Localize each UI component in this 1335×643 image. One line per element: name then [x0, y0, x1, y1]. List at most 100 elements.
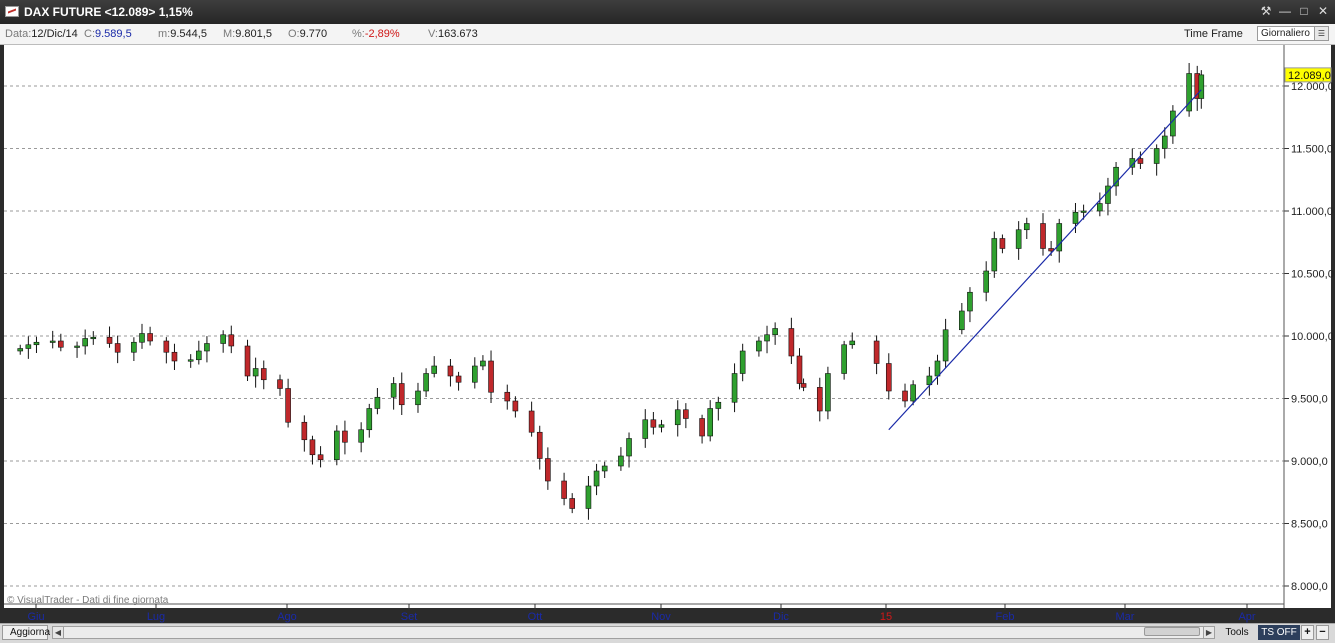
candle-body — [934, 360, 941, 377]
maximize-icon[interactable]: □ — [1296, 3, 1312, 19]
scrollbar-thumb[interactable] — [1144, 627, 1200, 636]
candle-body — [1040, 223, 1046, 249]
horizontal-scrollbar[interactable] — [64, 626, 1204, 639]
candle-body — [252, 368, 259, 377]
candle-body — [825, 373, 831, 412]
candle-body — [171, 351, 178, 362]
x-tick-label: Dic — [773, 611, 789, 623]
candle-body — [204, 343, 210, 352]
candle-body — [841, 344, 847, 374]
y-tick-label: 10.500,0 — [1291, 269, 1334, 281]
y-tick-label: 12.000,0 — [1291, 81, 1334, 93]
chart-app-icon — [5, 6, 19, 17]
timeframe-value: Giornaliero — [1261, 28, 1310, 39]
candle-body — [90, 336, 97, 340]
zoom-in-button[interactable]: + — [1301, 625, 1314, 640]
date-field: Data:12/Dic/14 — [5, 28, 78, 40]
timeframe-select[interactable]: Giornaliero ☰ — [1257, 26, 1329, 41]
candle-body — [942, 329, 949, 362]
refresh-button[interactable]: Aggiorna — [2, 625, 50, 640]
timeframe-label: Time Frame — [1184, 28, 1243, 40]
zoom-out-button[interactable]: − — [1316, 625, 1329, 640]
candle-body — [58, 340, 64, 348]
candle-body — [1137, 158, 1144, 164]
high-label: M: — [223, 28, 236, 40]
candle-body — [74, 345, 80, 348]
scroll-right-button[interactable]: ▶ — [1203, 626, 1215, 639]
candle-body — [131, 341, 137, 353]
candle-body — [1023, 223, 1030, 231]
y-tick-label: 8.500,0 — [1291, 519, 1328, 531]
y-tick-label: 9.000,0 — [1291, 456, 1328, 468]
volume-label: V: — [428, 28, 438, 40]
candle-body — [285, 388, 291, 423]
candle-body — [317, 454, 324, 461]
candle-body — [658, 424, 665, 428]
candle-body — [910, 384, 916, 402]
candle-body — [455, 375, 462, 383]
candle-body — [301, 421, 308, 441]
candle-body — [488, 360, 494, 393]
volume-value: 163.673 — [438, 28, 478, 40]
candle-body — [800, 383, 807, 388]
percent-field: %:-2,89% — [352, 28, 400, 40]
candle-body — [415, 390, 421, 406]
close-icon[interactable]: ✕ — [1315, 3, 1331, 19]
candle-body — [788, 328, 795, 357]
y-tick-label: 9.500,0 — [1291, 394, 1328, 406]
candle-body — [618, 455, 624, 467]
candle-body — [674, 409, 681, 426]
candle-body — [536, 431, 543, 459]
candle-body — [569, 498, 576, 509]
price-chart[interactable]: 12.000,0 11.500,0 11.000,0 10.500,0 10.000,0… — [4, 45, 1334, 623]
candle-body — [626, 438, 632, 457]
candle-body — [1153, 148, 1160, 164]
ts-off-button[interactable]: TS OFF — [1258, 625, 1300, 640]
candle-body — [374, 396, 381, 409]
candle-body — [33, 341, 40, 346]
minimize-icon[interactable]: — — [1277, 3, 1293, 19]
candlestick-chart-svg[interactable]: 12.000,0 11.500,0 11.000,0 10.500,0 10.000,0… — [4, 45, 1334, 623]
x-tick-label: Mar — [1116, 611, 1135, 623]
candle-body — [504, 391, 511, 402]
candle-body — [423, 373, 429, 392]
open-field: O:9.770 — [288, 28, 327, 40]
volume-field: V:163.673 — [428, 28, 478, 40]
candle-body — [699, 418, 705, 437]
y-tick-label: 10.000,0 — [1291, 331, 1334, 343]
bottom-toolbar: Aggiorna ◀ ▶ Tools TS OFF + − — [0, 623, 1335, 643]
window-title: DAX FUTURE <12.089> 1,15% — [24, 5, 193, 19]
candle-body — [772, 328, 778, 336]
candle-body — [163, 340, 170, 353]
candle-body — [260, 368, 267, 381]
x-tick-label: Lug — [147, 611, 165, 623]
window-controls: ⚒ — □ ✕ — [1258, 3, 1331, 19]
candle-body — [187, 359, 194, 362]
open-value: 9.770 — [299, 28, 328, 40]
tools-button[interactable]: Tools — [1218, 625, 1256, 640]
candle-body — [967, 291, 973, 312]
candle-body — [106, 336, 113, 344]
dropdown-icon[interactable]: ☰ — [1314, 27, 1328, 40]
tools-icon[interactable]: ⚒ — [1258, 3, 1274, 19]
candle-body — [585, 485, 592, 509]
quote-info-bar: Data:12/Dic/14 C:9.589,5 m:9.544,5 M:9.8… — [0, 24, 1335, 45]
candle-body — [902, 390, 908, 402]
candle-body — [472, 365, 478, 383]
candle-body — [512, 400, 519, 412]
candle-body — [228, 334, 235, 347]
candle-body — [1072, 211, 1079, 224]
candle-body — [999, 238, 1006, 249]
candle-body — [366, 408, 373, 431]
candle-body — [309, 439, 316, 456]
candle-body — [756, 340, 762, 352]
scroll-left-button[interactable]: ◀ — [52, 626, 64, 639]
candle-body — [739, 350, 746, 374]
candle-body — [220, 334, 226, 344]
candle-body — [1080, 210, 1087, 213]
candle-body — [959, 310, 965, 331]
candle-body — [447, 365, 454, 377]
x-tick-label: Apr — [1238, 611, 1255, 623]
close-value: 9.589,5 — [95, 28, 132, 40]
x-tick-label: Feb — [996, 611, 1015, 623]
